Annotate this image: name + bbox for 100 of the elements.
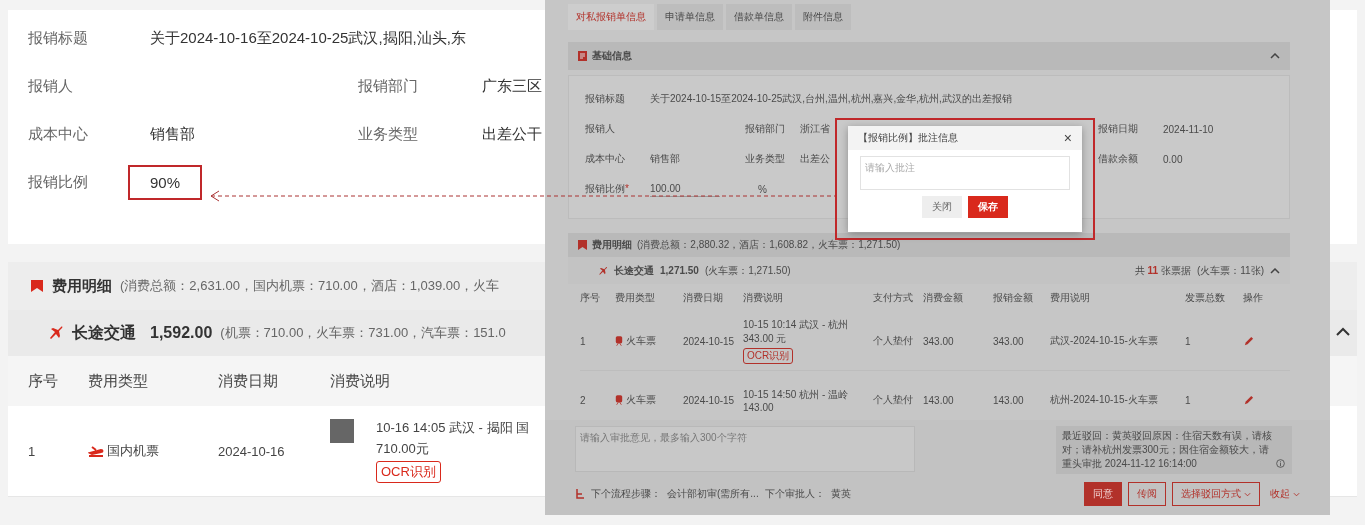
annotation-field[interactable]: 请输入批注: [860, 156, 1070, 190]
expense-summary: (消费总额：2,631.00，国内机票：710.00，酒店：1,039.00，火车: [120, 277, 500, 295]
section-title: 费用明细: [592, 238, 632, 252]
ticket-count: 共 11 张票据: [1134, 263, 1191, 278]
document-icon: [578, 51, 587, 61]
train-icon: [615, 336, 623, 346]
column-header: 支付方式: [873, 291, 914, 305]
column-header: 消费日期: [218, 371, 279, 391]
tab[interactable]: 对私报销单信息: [568, 4, 654, 30]
table-cell-text: 143.00: [923, 394, 955, 406]
expense-summary: (消费总额：2,880.32，酒店：1,608.82，火车票：1,271.50): [637, 238, 901, 252]
save-button[interactable]: 保存: [968, 196, 1008, 218]
table-cell-text: 2024-10-15: [683, 335, 736, 347]
field-label: 成本中心: [585, 153, 625, 164]
pencil-icon[interactable]: [1243, 335, 1254, 347]
table-cell-text: 1: [1185, 394, 1192, 406]
table-cell-text: 杭州-2024-10-15-火车票: [1050, 393, 1159, 407]
table-cell-text: 个人垫付: [873, 334, 914, 348]
table-cell-text: 2: [580, 394, 587, 406]
bookmark-icon: [578, 240, 587, 250]
chevron-icon[interactable]: [1270, 267, 1280, 274]
reject-dropdown[interactable]: 选择驳回方式: [1172, 482, 1260, 506]
description-text: 10-15 14:50 杭州 - 温岭 143.00: [743, 387, 850, 413]
collapse-link[interactable]: 收起: [1270, 487, 1300, 501]
column-header: 序号: [580, 291, 601, 305]
required-mark: *: [625, 183, 629, 194]
column-header: 序号: [28, 371, 59, 391]
field-label: 报销人: [585, 123, 615, 134]
unit-label: %: [758, 183, 767, 195]
field-label: 成本中心: [28, 124, 89, 144]
chevron-icon: [1336, 327, 1350, 337]
column-header: 消费说明: [330, 371, 391, 391]
comment-field[interactable]: 请输入审批意见，最多输入300个字符: [575, 426, 915, 472]
tab[interactable]: 附件信息: [795, 4, 851, 30]
plane-icon: [88, 445, 104, 457]
column-header: 消费说明: [743, 291, 784, 305]
field-label: 业务类型: [358, 124, 419, 144]
description-line: 710.00元: [376, 440, 429, 458]
group-amount: 1,592.00: [150, 324, 213, 342]
table-cell: 火车票: [626, 393, 656, 407]
field-value: 关于2024-10-15至2024-10-25武汉,台州,温州,杭州,嘉兴,金华,杭州,武汉的出差报销: [650, 92, 1013, 106]
next-step-label: 下个流程步骤：: [591, 487, 661, 501]
close-dialog-button[interactable]: 关闭: [922, 196, 962, 218]
approve-button[interactable]: 同意: [1084, 482, 1122, 506]
group-title: 长途交通: [614, 263, 654, 278]
next-approver-label: 下个审批人：: [764, 487, 825, 501]
field-label: 业务类型: [745, 153, 785, 164]
table-cell-text: 343.00: [923, 335, 955, 347]
group-summary: (机票：710.00，火车票：731.00，汽车票：151.0: [220, 324, 506, 342]
table-cell-text: 个人垫付: [873, 393, 914, 407]
redaction-block: [330, 419, 354, 443]
description-text: 10-15 10:14 武汉 - 杭州 343.00 元: [743, 318, 850, 346]
field-value: 销售部: [650, 152, 681, 166]
field-label: 报销人: [28, 76, 74, 96]
tab[interactable]: 借款单信息: [726, 4, 792, 30]
plane-icon: [598, 265, 608, 276]
field-label: 报销标题: [585, 93, 625, 104]
table-cell: 火车票: [626, 334, 656, 348]
next-step: 会计部初审(需所有...: [667, 487, 759, 501]
table-cell-text: 1: [580, 335, 587, 347]
circulate-button[interactable]: 传阅: [1128, 482, 1166, 506]
close-button[interactable]: ×: [1063, 130, 1072, 146]
table-cell-text: 1: [28, 443, 37, 459]
field-value: 出差公干: [482, 124, 542, 142]
field-value: 关于2024-10-16至2024-10-25武汉,揭阳,汕头,东: [150, 28, 466, 46]
table-cell-text: 武汉-2024-10-15-火车票: [1050, 334, 1159, 348]
chevron-icon[interactable]: [1270, 53, 1280, 59]
table-cell-text: 1: [1185, 335, 1192, 347]
section-title: 费用明细: [52, 276, 112, 296]
tab[interactable]: 申请单信息: [657, 4, 723, 30]
field-label: 报销部门: [745, 123, 785, 134]
table-cell-text: 143.00: [993, 394, 1025, 406]
dialog-title: 【报销比例】批注信息: [858, 131, 958, 145]
field-value: 销售部: [150, 124, 195, 142]
table-cell-text: 2024-10-16: [218, 443, 286, 459]
table-cell: 国内机票: [107, 442, 159, 460]
column-header: 消费日期: [683, 291, 724, 305]
train-icon: [615, 395, 623, 405]
ocr-badge: OCR识别: [376, 461, 441, 483]
description-line: 10-16 14:05 武汉 - 揭阳 国: [376, 419, 530, 437]
section-title: 基础信息: [592, 49, 632, 63]
field-value: 广东三区: [482, 76, 542, 94]
field-label: 报销比例: [585, 183, 625, 194]
field-label: 报销比例: [28, 172, 89, 192]
ratio-input[interactable]: 100.00: [650, 181, 720, 197]
field-value: 0.00: [1163, 153, 1184, 165]
bookmark-icon: [30, 279, 44, 293]
field-label: 借款余额: [1098, 153, 1138, 164]
column-header: 消费金额: [923, 291, 964, 305]
group-amount: 1,271.50: [660, 265, 699, 276]
field-label: 报销部门: [358, 76, 419, 96]
caret-icon: [1244, 491, 1251, 497]
flow-step-icon: [575, 489, 585, 499]
info-icon: [1276, 459, 1285, 468]
column-header: 费用类型: [88, 371, 149, 391]
field-value: 出差公: [800, 152, 831, 166]
column-header: 费用说明: [1050, 291, 1091, 305]
pencil-icon[interactable]: [1243, 394, 1254, 406]
ocr-badge: OCR识别: [743, 348, 794, 364]
group-title: 长途交通: [72, 322, 136, 343]
